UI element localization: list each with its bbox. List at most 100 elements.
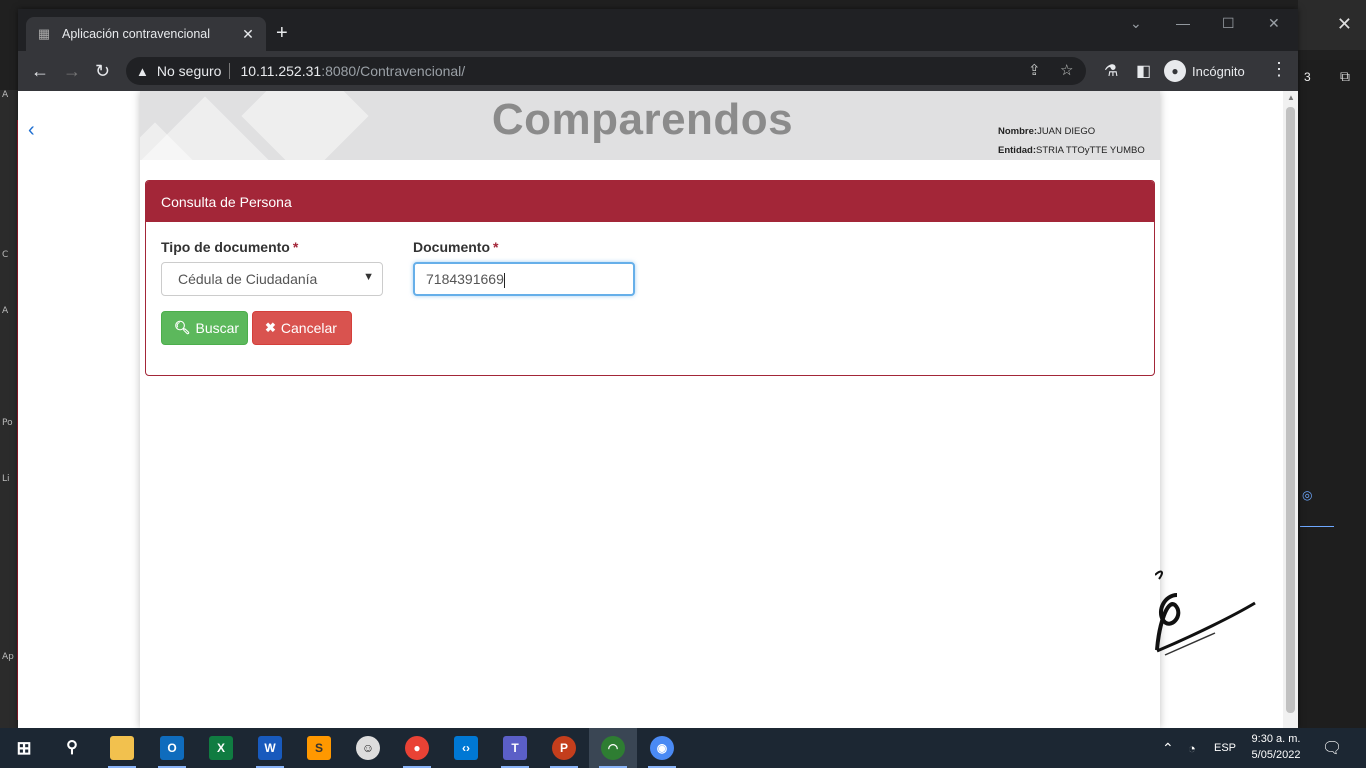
tab-search-icon[interactable]: ⌄ bbox=[1130, 15, 1142, 32]
new-tab-icon[interactable]: + bbox=[276, 23, 288, 43]
incognito-label: Incógnito bbox=[1192, 63, 1245, 79]
url-host[interactable]: 10.11.252.31 bbox=[240, 63, 321, 79]
taskbar-sublime[interactable]: S bbox=[295, 728, 343, 768]
taskbar-teams[interactable]: T bbox=[491, 728, 539, 768]
background-close-icon[interactable]: ✕ bbox=[1337, 14, 1352, 35]
clock[interactable]: 9:30 a. m. 5/05/2022 bbox=[1244, 731, 1308, 763]
required-mark: * bbox=[493, 239, 499, 255]
taskbar-active-app[interactable]: ◠ bbox=[589, 728, 637, 768]
tray-overflow-icon[interactable]: ⌃ bbox=[1162, 728, 1174, 768]
panel-heading: Consulta de Persona bbox=[146, 181, 1154, 222]
share-icon[interactable]: ⇪ bbox=[1028, 61, 1041, 79]
doc-type-select[interactable]: Cédula de Ciudadanía ▼ bbox=[161, 262, 383, 296]
tab-close-icon[interactable]: ✕ bbox=[240, 26, 256, 43]
notifications-icon[interactable]: 🗨︎ bbox=[1322, 738, 1342, 758]
page-title: Comparendos bbox=[491, 95, 794, 144]
bg-mark: C bbox=[2, 250, 9, 260]
person-query-panel: Consulta de Persona Tipo de documento * C… bbox=[145, 180, 1155, 376]
taskbar-file-explorer[interactable] bbox=[98, 728, 146, 768]
bg-mark: Po bbox=[2, 418, 13, 428]
doc-type-value: Cédula de Ciudadanía bbox=[178, 271, 318, 287]
user-name-value: JUAN DIEGO bbox=[1037, 126, 1096, 137]
close-icon: ✖ bbox=[265, 320, 276, 335]
taskbar-excel[interactable]: X bbox=[197, 728, 245, 768]
taskbar-vscode[interactable]: ‹› bbox=[442, 728, 490, 768]
vertical-scrollbar[interactable]: ▲ bbox=[1283, 91, 1298, 728]
taskbar-word[interactable]: W bbox=[246, 728, 294, 768]
url-path[interactable]: :8080/Contravencional/ bbox=[321, 63, 465, 79]
incognito-icon: ● bbox=[1164, 60, 1186, 82]
network-icon[interactable]: ◔ bbox=[1188, 728, 1196, 768]
taskbar-outlook[interactable]: O bbox=[148, 728, 196, 768]
windows-icon: ⊞ bbox=[16, 738, 32, 758]
user-name: Nombre:JUAN DIEGO bbox=[998, 126, 1095, 137]
menu-kebab-icon[interactable]: ⋮ bbox=[1270, 59, 1288, 80]
cancel-button[interactable]: ✖ Cancelar bbox=[252, 311, 352, 345]
excel-icon: X bbox=[209, 736, 233, 760]
labs-flask-icon[interactable]: ⚗ bbox=[1104, 61, 1118, 81]
bg-mark: Li bbox=[2, 474, 10, 484]
address-separator bbox=[229, 63, 231, 79]
scroll-up-icon[interactable]: ▲ bbox=[1287, 93, 1295, 102]
scrollbar-thumb[interactable] bbox=[1286, 107, 1295, 713]
taskbar-gitkraken[interactable]: ☺ bbox=[344, 728, 392, 768]
browser-toolbar: ← → ↻ ▲ No seguro 10.11.252.31 :8080/Con… bbox=[18, 51, 1298, 91]
doc-label: Documento * bbox=[413, 239, 498, 255]
taskbar-search[interactable]: ⚲ bbox=[48, 728, 96, 768]
vscode-icon: ‹› bbox=[454, 736, 478, 760]
app-page: Comparendos Nombre:JUAN DIEGO Entidad:ST… bbox=[140, 91, 1160, 728]
taskbar-chromium[interactable]: ◉ bbox=[638, 728, 686, 768]
bg-mark: A bbox=[2, 306, 9, 316]
taskbar: ⊞ ⚲ O X W S ☺ ● ‹› T P ◠ ◉ ⌃ ◔ ESP 9:30 … bbox=[0, 728, 1366, 768]
external-link-icon[interactable]: ⧉ bbox=[1340, 68, 1350, 85]
start-button[interactable]: ⊞ bbox=[0, 728, 48, 768]
user-entity: Entidad:STRIA TTOyTTE YUMBO bbox=[998, 145, 1145, 156]
outlook-icon: O bbox=[160, 736, 184, 760]
doc-type-label: Tipo de documento * bbox=[161, 239, 298, 255]
document-input-value: 7184391669 bbox=[426, 271, 504, 287]
warning-icon[interactable]: ▲ bbox=[136, 64, 149, 79]
page-viewport: ‹ Comparendos Nombre:JUAN DIEGO Entidad:… bbox=[18, 91, 1298, 728]
app-header: Comparendos Nombre:JUAN DIEGO Entidad:ST… bbox=[140, 91, 1160, 160]
bg-mark: A bbox=[2, 90, 9, 100]
entity-label: Entidad: bbox=[998, 145, 1036, 156]
chrome-icon: ● bbox=[405, 736, 429, 760]
language-indicator[interactable]: ESP bbox=[1214, 728, 1236, 768]
search-button-label: Buscar bbox=[195, 320, 240, 336]
doc-type-label-text: Tipo de documento bbox=[161, 239, 290, 255]
clock-time: 9:30 a. m. bbox=[1251, 733, 1301, 745]
browser-tab[interactable]: ▦ Aplicación contravencional ✕ bbox=[26, 17, 266, 51]
chromium-icon: ◉ bbox=[650, 736, 674, 760]
incognito-profile[interactable]: ● Incógnito bbox=[1164, 58, 1245, 84]
folder-icon bbox=[110, 736, 134, 760]
back-icon[interactable]: ← bbox=[31, 60, 49, 82]
minimize-icon[interactable]: — bbox=[1176, 15, 1190, 31]
bookmark-star-icon[interactable]: ☆ bbox=[1060, 61, 1073, 79]
kraken-icon: ☺ bbox=[356, 736, 380, 760]
close-window-icon[interactable]: ✕ bbox=[1268, 15, 1280, 32]
reload-icon[interactable]: ↻ bbox=[95, 60, 110, 82]
forward-icon[interactable]: → bbox=[63, 60, 81, 82]
search-button[interactable]: 🔍︎ Buscar bbox=[161, 311, 248, 345]
chevron-left-icon[interactable]: ‹ bbox=[28, 119, 35, 142]
background-app-sidebar: A C A Po Li Ap bbox=[0, 90, 20, 728]
maximize-icon[interactable]: ☐ bbox=[1222, 15, 1235, 32]
taskbar-powerpoint[interactable]: P bbox=[540, 728, 588, 768]
background-divider bbox=[1300, 526, 1334, 527]
clock-date: 5/05/2022 bbox=[1251, 749, 1301, 761]
background-counter: 3 bbox=[1304, 70, 1311, 84]
word-icon: W bbox=[258, 736, 282, 760]
required-mark: * bbox=[292, 239, 299, 255]
side-panel-icon[interactable]: ◧ bbox=[1136, 61, 1151, 81]
powerpoint-icon: P bbox=[552, 736, 576, 760]
document-input[interactable]: 7184391669 bbox=[413, 262, 635, 296]
sublime-icon: S bbox=[307, 736, 331, 760]
search-icon: ⚲ bbox=[66, 739, 78, 756]
security-label[interactable]: No seguro bbox=[157, 63, 222, 79]
cancel-button-label: Cancelar bbox=[280, 320, 337, 336]
mask-icon: ◠ bbox=[601, 736, 625, 760]
browser-window: ▦ Aplicación contravencional ✕ + ⌄ — ☐ ✕… bbox=[18, 9, 1298, 728]
address-bar[interactable]: ▲ No seguro 10.11.252.31 :8080/Contraven… bbox=[126, 57, 1086, 85]
taskbar-chrome[interactable]: ● bbox=[393, 728, 441, 768]
check-circle-icon: ◎ bbox=[1302, 488, 1313, 502]
